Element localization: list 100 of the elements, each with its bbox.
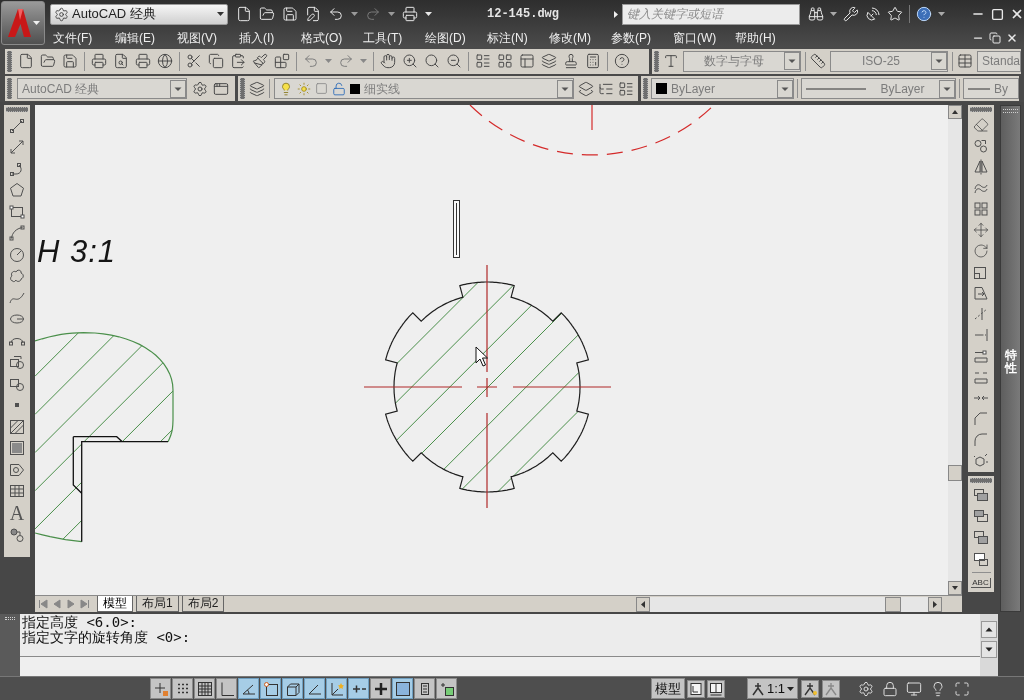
toolbar-grip[interactable] bbox=[970, 107, 992, 112]
stacked-rectangles-icon[interactable] bbox=[973, 530, 989, 546]
grid-panel-icon[interactable] bbox=[497, 53, 513, 69]
layers-icon[interactable] bbox=[249, 80, 265, 97]
caret-icon[interactable] bbox=[351, 12, 358, 16]
blocks-icon[interactable] bbox=[274, 53, 290, 69]
annotation-scale-button[interactable]: 1:1 bbox=[747, 678, 799, 699]
application-menu-button[interactable] bbox=[1, 1, 45, 45]
full-screen-icon[interactable] bbox=[954, 680, 971, 697]
line-icon[interactable] bbox=[9, 117, 25, 134]
polyline-icon[interactable] bbox=[9, 160, 25, 177]
circle-icon[interactable] bbox=[9, 246, 25, 263]
clipboard-icon[interactable] bbox=[230, 53, 246, 69]
text-style-icon[interactable] bbox=[663, 53, 679, 69]
printer-icon[interactable] bbox=[402, 6, 418, 22]
menu-item[interactable]: 工具(T) bbox=[363, 28, 425, 47]
scrollbar-thumb[interactable] bbox=[885, 596, 901, 612]
caret-icon[interactable] bbox=[830, 12, 837, 16]
binoculars-icon[interactable] bbox=[808, 6, 824, 22]
folder-icon[interactable] bbox=[259, 6, 275, 22]
stacked-rectangles-icon[interactable] bbox=[973, 509, 989, 525]
hexagon-burst-icon[interactable] bbox=[973, 453, 989, 469]
toolbar-grip[interactable] bbox=[970, 478, 992, 483]
cloud-icon[interactable] bbox=[9, 268, 25, 284]
toolbar-grip[interactable] bbox=[6, 107, 28, 112]
toolbar-grip[interactable] bbox=[7, 50, 12, 72]
layout-tab[interactable]: 布局1 bbox=[136, 596, 179, 612]
menu-item[interactable]: 视图(V) bbox=[177, 28, 239, 47]
stick-figure-icon[interactable] bbox=[822, 679, 841, 698]
lock-icon[interactable] bbox=[882, 680, 899, 697]
layout-tab[interactable]: 模型 bbox=[97, 596, 133, 612]
pentagon-icon[interactable] bbox=[9, 182, 25, 198]
copy-icon[interactable] bbox=[208, 53, 224, 69]
file-search-icon[interactable] bbox=[113, 53, 129, 69]
stacked-rectangles-icon[interactable] bbox=[973, 551, 989, 567]
menu-item[interactable]: 绘图(D) bbox=[425, 28, 487, 47]
menu-item[interactable]: 文件(F) bbox=[53, 28, 115, 47]
caret-icon[interactable] bbox=[217, 12, 224, 16]
magnifier-icon[interactable] bbox=[424, 53, 440, 69]
wrench-icon[interactable] bbox=[843, 6, 859, 22]
menu-item[interactable]: 标注(N) bbox=[487, 28, 549, 47]
move-icon[interactable] bbox=[973, 222, 989, 238]
caret-icon[interactable] bbox=[425, 12, 432, 16]
toolbar-grip[interactable] bbox=[7, 78, 12, 99]
stick-figure-icon[interactable] bbox=[751, 681, 765, 696]
filled-square-icon[interactable] bbox=[9, 440, 25, 456]
file-pen-icon[interactable] bbox=[305, 6, 321, 22]
restore-icon[interactable] bbox=[989, 31, 1001, 44]
paintbrush-icon[interactable] bbox=[252, 53, 268, 69]
workspace-dropdown[interactable]: AutoCAD 经典 bbox=[50, 3, 228, 25]
toolbar-grip[interactable] bbox=[654, 50, 659, 72]
model-space-button[interactable]: 模型 bbox=[651, 678, 685, 699]
panel-grip[interactable] bbox=[5, 617, 15, 620]
monitor-icon[interactable] bbox=[906, 680, 923, 697]
menu-item[interactable]: 窗口(W) bbox=[673, 28, 735, 47]
star-icon[interactable] bbox=[887, 6, 903, 22]
help-icon[interactable] bbox=[614, 53, 630, 69]
gear-icon[interactable] bbox=[192, 80, 208, 97]
menu-item[interactable]: 编辑(E) bbox=[115, 28, 177, 47]
file-icon[interactable] bbox=[18, 53, 34, 69]
expand-arrow-icon[interactable] bbox=[614, 10, 618, 18]
shape-arrow-icon[interactable] bbox=[973, 285, 989, 301]
text-tool-button[interactable]: A bbox=[9, 504, 25, 522]
folder-icon[interactable] bbox=[40, 53, 56, 69]
rotate-icon[interactable] bbox=[973, 243, 989, 259]
split-window-icon[interactable] bbox=[707, 679, 725, 698]
caret-icon[interactable] bbox=[32, 21, 40, 25]
calculator-icon[interactable] bbox=[585, 53, 601, 69]
caret-icon[interactable] bbox=[938, 12, 945, 16]
menu-item[interactable]: 修改(M) bbox=[549, 28, 611, 47]
scrollbar-thumb[interactable] bbox=[948, 465, 962, 481]
table-icon[interactable] bbox=[9, 483, 25, 499]
printer-icon[interactable] bbox=[91, 53, 107, 69]
toolbar-grip[interactable] bbox=[240, 78, 245, 99]
mirrored-triangles-icon[interactable] bbox=[973, 159, 989, 175]
line-point-icon[interactable] bbox=[973, 348, 989, 364]
stacked-rectangles-icon[interactable] bbox=[973, 488, 989, 504]
scissors-icon[interactable] bbox=[186, 53, 202, 69]
eraser-icon[interactable] bbox=[973, 117, 989, 133]
circles-arrow-icon[interactable] bbox=[9, 527, 25, 543]
layers-icon[interactable] bbox=[578, 80, 594, 97]
window-icon[interactable] bbox=[213, 80, 229, 97]
circles-arrow-icon[interactable] bbox=[973, 138, 989, 154]
panel-icon[interactable] bbox=[519, 53, 535, 69]
gear-icon[interactable] bbox=[858, 680, 875, 697]
square-circle-icon[interactable] bbox=[9, 354, 25, 370]
printer-icon[interactable] bbox=[135, 53, 151, 69]
palette-grip[interactable] bbox=[1003, 109, 1018, 113]
rounded-corner-icon[interactable] bbox=[973, 432, 989, 448]
close-icon[interactable] bbox=[1010, 7, 1024, 21]
double-arrow-line-icon[interactable] bbox=[9, 139, 25, 155]
text-tool-button[interactable]: ABC bbox=[971, 578, 991, 588]
satellite-dish-icon[interactable] bbox=[865, 6, 881, 22]
four-squares-icon[interactable] bbox=[973, 201, 989, 217]
gear-icon[interactable] bbox=[54, 6, 69, 22]
maximize-icon[interactable] bbox=[991, 7, 1004, 21]
file-icon[interactable] bbox=[236, 6, 252, 22]
ruler-icon[interactable] bbox=[810, 53, 826, 69]
ellipse-icon[interactable] bbox=[9, 311, 25, 327]
stamp-icon[interactable] bbox=[563, 53, 579, 69]
